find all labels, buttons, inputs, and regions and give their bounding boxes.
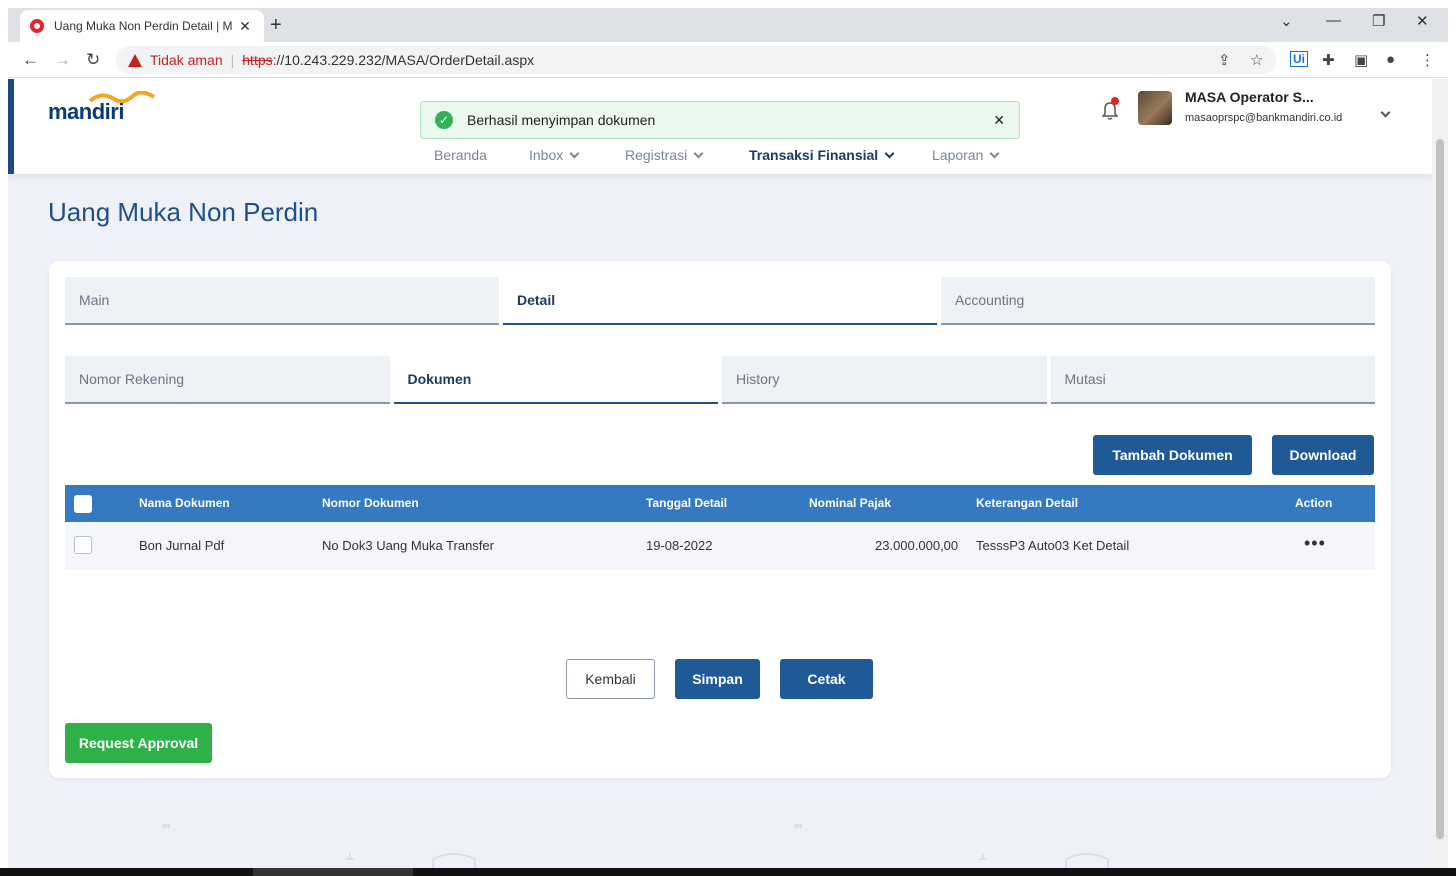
page-content: mandiri ✓ Berhasil menyimpan dokumen ✕ B… [8,79,1432,868]
documents-table: Nama Dokumen Nomor Dokumen Tanggal Detai… [65,485,1375,570]
col-nominal-pajak: Nominal Pajak [809,496,892,510]
bookmark-star-icon[interactable]: ☆ [1250,51,1263,69]
back-arrow-icon[interactable]: ← [22,50,39,70]
scrollbar-thumb[interactable] [1436,139,1444,839]
os-taskbar [0,868,1456,876]
reload-icon[interactable]: ↻ [86,50,100,70]
url-scheme: https [242,52,273,68]
browser-menu-icon[interactable]: ⋮ [1420,51,1435,69]
cell-keterangan-detail: TesssP3 Auto03 Ket Detail [976,538,1130,553]
menu-transaksi-finansial[interactable]: Transaksi Finansial [749,147,895,163]
cell-nomor-dokumen: No Dok3 Uang Muka Transfer [322,538,494,553]
tab-history[interactable]: History [722,356,1047,404]
success-toast: ✓ Berhasil menyimpan dokumen ✕ [420,101,1020,139]
warning-icon [128,53,142,67]
request-approval-button[interactable]: Request Approval [65,723,212,763]
taskbar-active-item[interactable] [253,868,413,876]
menu-beranda[interactable]: Beranda [434,147,487,163]
toast-close-icon[interactable]: ✕ [993,112,1005,129]
page-title: Uang Muka Non Perdin [48,197,319,227]
restore-icon[interactable]: ❐ [1372,12,1385,30]
tab-detail[interactable]: Detail [503,277,937,325]
browser-tabstrip: Uang Muka Non Perdin Detail | M ✕ + ⌄ — … [8,8,1448,42]
close-tab-icon[interactable]: ✕ [236,18,254,35]
profile-icon[interactable]: ● [1386,51,1395,68]
address-bar[interactable]: Tidak aman | https ://10.243.229.232/MAS… [116,46,1276,74]
menu-registrasi[interactable]: Registrasi [625,147,704,163]
address-separator: | [230,52,235,68]
minimize-icon[interactable]: — [1326,12,1341,29]
tab-main[interactable]: Main [65,277,499,325]
cell-tanggal-detail: 19-08-2022 [646,538,713,553]
cell-nama-dokumen: Bon Jurnal Pdf [139,538,225,553]
menu-label: Registrasi [625,147,688,163]
toast-message: Berhasil menyimpan dokumen [467,112,656,128]
download-button[interactable]: Download [1272,435,1374,475]
mandiri-logo[interactable]: mandiri [48,99,124,125]
chevron-down-icon [884,148,895,158]
avatar[interactable] [1138,91,1172,125]
menu-label: Laporan [932,147,984,163]
forward-arrow-icon[interactable]: → [54,50,71,70]
browser-tab-title: Uang Muka Non Perdin Detail | M [54,19,233,33]
url-text: ://10.243.229.232/MASA/OrderDetail.aspx [272,52,535,68]
col-action: Action [1295,496,1333,510]
col-nama-dokumen: Nama Dokumen [139,496,230,510]
table-header: Nama Dokumen Nomor Dokumen Tanggal Detai… [65,485,1375,522]
app-header: mandiri ✓ Berhasil menyimpan dokumen ✕ B… [8,79,1432,174]
menu-laporan[interactable]: Laporan [932,147,1000,163]
chevron-down-icon [569,148,580,158]
browser-tab[interactable]: Uang Muka Non Perdin Detail | M ✕ [20,10,264,42]
menu-inbox[interactable]: Inbox [529,147,580,163]
check-circle-icon: ✓ [435,111,453,129]
menu-label: Transaksi Finansial [749,147,879,163]
new-tab-icon[interactable]: + [270,14,282,37]
share-icon[interactable]: ⇪ [1218,51,1231,69]
tab-search-chevron-icon[interactable]: ⌄ [1280,12,1293,30]
print-button[interactable]: Cetak [780,659,873,699]
detail-subtabs: Nomor Rekening Dokumen History Mutasi [65,356,1375,404]
site-favicon-icon [30,19,44,33]
user-menu-chevron-icon[interactable] [1380,103,1391,121]
chevron-down-icon [693,148,704,158]
tab-mutasi[interactable]: Mutasi [1050,356,1375,404]
row-checkbox[interactable] [74,536,92,554]
main-tabs: Main Detail Accounting [65,277,1375,325]
not-secure-label: Tidak aman [150,52,223,68]
user-email: masaoprspc@bankmandiri.co.id [1185,112,1343,124]
window-close-icon[interactable]: ✕ [1416,12,1429,30]
cell-nominal-pajak: 23.000.000,00 [875,538,959,553]
select-all-checkbox[interactable] [74,495,92,513]
col-tanggal-detail: Tanggal Detail [646,496,728,510]
tab-nomor-rekening[interactable]: Nomor Rekening [65,356,390,404]
table-row: Bon Jurnal Pdf No Dok3 Uang Muka Transfe… [65,522,1375,570]
save-button[interactable]: Simpan [675,659,760,699]
user-name: MASA Operator S... [1185,89,1314,105]
row-action-more-icon[interactable]: ••• [1304,533,1326,554]
background-skyline-decoration [162,824,1109,868]
browser-toolbar: ← → ↻ Tidak aman | https ://10.243.229.2… [8,42,1448,78]
menu-label: Beranda [434,147,487,163]
chevron-down-icon [989,148,1000,158]
tab-accounting[interactable]: Accounting [941,277,1375,325]
side-panel-icon[interactable]: ▣ [1354,51,1368,69]
back-button[interactable]: Kembali [566,659,655,699]
col-keterangan-detail: Keterangan Detail [976,496,1079,510]
extensions-puzzle-icon[interactable]: ✚ [1322,51,1335,69]
notification-dot [1111,97,1119,105]
detail-card: Main Detail Accounting Nomor Rekening Do… [49,261,1391,778]
tab-dokumen[interactable]: Dokumen [393,356,718,404]
page-scrollbar[interactable] [1432,79,1448,868]
uipath-extension-icon[interactable]: Ui [1290,51,1308,67]
col-nomor-dokumen: Nomor Dokumen [322,496,419,510]
add-document-button[interactable]: Tambah Dokumen [1093,435,1252,475]
menu-label: Inbox [529,147,564,163]
